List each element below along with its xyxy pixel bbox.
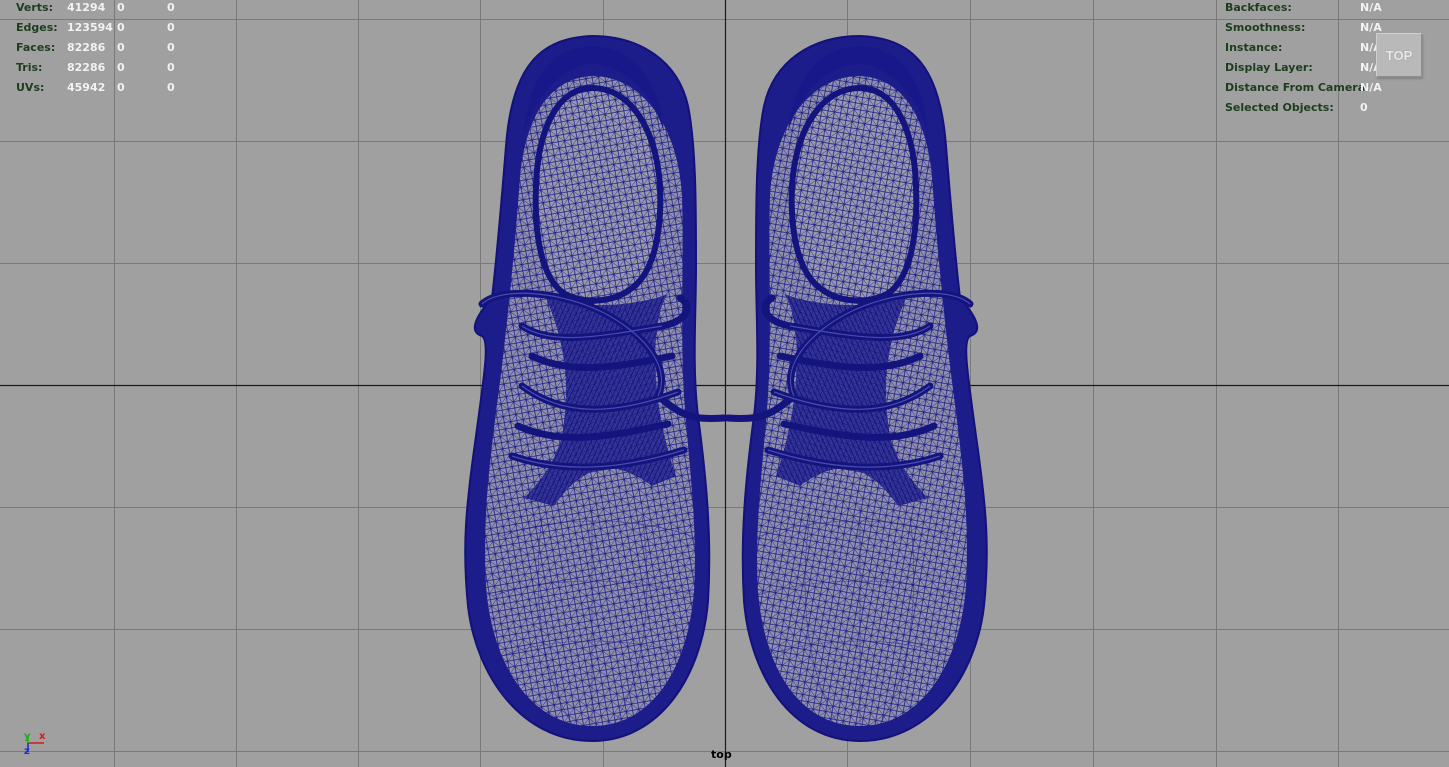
hud-label: Backfaces: [1225, 1, 1292, 14]
poly-count-row: Edges: 123594 0 0 [0, 18, 240, 38]
poly-count-row: Verts: 41294 0 0 [0, 0, 240, 18]
axis-y-label: y [24, 731, 31, 742]
hud-value: 45942 [67, 81, 106, 94]
hud-value: 41294 [67, 1, 106, 14]
hud-value: 0 [117, 1, 125, 14]
hud-label: Faces: [16, 41, 56, 54]
poly-count-row: UVs: 45942 0 0 [0, 78, 240, 98]
hud-label: Selected Objects: [1225, 101, 1334, 114]
view-cube-label: TOP [1385, 47, 1413, 63]
hud-value: 0 [117, 81, 125, 94]
poly-count-row: Faces: 82286 0 0 [0, 38, 240, 58]
hud-value: N/A [1360, 81, 1382, 94]
hud-label: Smoothness: [1225, 21, 1306, 34]
hud-value: 0 [167, 21, 175, 34]
axis-x-label: x [39, 731, 46, 742]
object-detail-row: Selected Objects: 0 [1225, 98, 1449, 118]
hud-value: 123594 [67, 21, 113, 34]
axis-gizmo: y x z [18, 730, 52, 762]
object-detail-row: Backfaces: N/A [1225, 0, 1449, 18]
hud-value: 0 [167, 1, 175, 14]
hud-value: 0 [167, 41, 175, 54]
poly-count-row: Tris: 82286 0 0 [0, 58, 240, 78]
hud-value: 0 [1360, 101, 1368, 114]
hud-value: 0 [167, 81, 175, 94]
viewport-panel[interactable]: Verts: 41294 0 0 Edges: 123594 0 0 Faces: 82286 0 0… [0, 0, 1449, 767]
axis-z-label: z [24, 746, 30, 757]
hud-value: 82286 [67, 61, 106, 74]
hud-value: N/A [1360, 1, 1382, 14]
hud-value: 82286 [67, 41, 106, 54]
hud-value: 0 [117, 41, 125, 54]
hud-label: Tris: [16, 61, 43, 74]
hud-label: Edges: [16, 21, 58, 34]
poly-count-hud: Verts: 41294 0 0 Edges: 123594 0 0 Faces: 82286 0 0… [0, 0, 240, 98]
hud-label: Distance From Camera: [1225, 81, 1370, 94]
hud-value: 0 [117, 61, 125, 74]
hud-label: UVs: [16, 81, 45, 94]
camera-name-label: top [711, 748, 732, 761]
hud-label: Instance: [1225, 41, 1283, 54]
hud-value: 0 [117, 21, 125, 34]
hud-value: 0 [167, 61, 175, 74]
object-detail-row: Distance From Camera: N/A [1225, 78, 1449, 98]
hud-label: Verts: [16, 1, 54, 14]
view-cube[interactable]: TOP [1376, 33, 1422, 77]
hud-label: Display Layer: [1225, 61, 1313, 74]
